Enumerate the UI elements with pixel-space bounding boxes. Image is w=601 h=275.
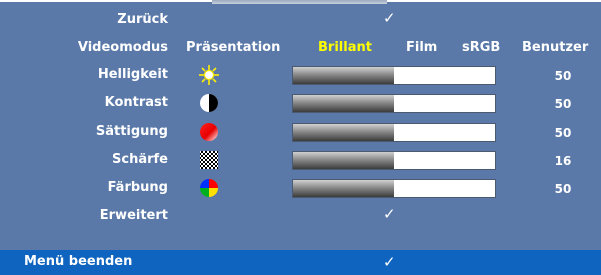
sun-icon	[199, 65, 219, 85]
video-mode-option-brillant[interactable]: Brillant	[318, 39, 372, 57]
tint-icon	[200, 179, 218, 197]
menu-item-video-mode[interactable]: Videomodus	[0, 39, 168, 57]
advanced-checkmark-icon[interactable]: ✓	[383, 205, 396, 223]
sharpness-slider[interactable]	[292, 151, 496, 170]
menu-item-contrast[interactable]: Kontrast	[0, 94, 168, 112]
saturation-value: 50	[554, 126, 572, 140]
menu-item-brightness[interactable]: Helligkeit	[0, 66, 168, 84]
menu-item-sharpness[interactable]: Schärfe	[0, 151, 168, 169]
brightness-value: 50	[554, 69, 572, 83]
exit-checkmark-icon[interactable]: ✓	[383, 253, 396, 271]
menu-item-advanced[interactable]: Erweitert	[0, 207, 168, 225]
menu-item-back[interactable]: Zurück	[0, 11, 168, 29]
exit-menu-label[interactable]: Menü beenden	[24, 253, 132, 271]
top-strip	[212, 0, 387, 4]
tint-slider[interactable]	[292, 179, 496, 198]
menu-item-saturation[interactable]: Sättigung	[0, 123, 168, 141]
menu-item-tint[interactable]: Färbung	[0, 179, 168, 197]
video-mode-option-praesentation[interactable]: Präsentation	[186, 39, 280, 57]
saturation-slider[interactable]	[292, 123, 496, 142]
osd-menu-panel: Zurück ✓ Videomodus Präsentation Brillan…	[0, 0, 601, 250]
saturation-icon	[200, 123, 218, 141]
contrast-slider[interactable]	[292, 94, 496, 113]
saturation-slider-fill	[293, 124, 394, 141]
sharpness-value: 16	[554, 154, 572, 168]
tint-slider-fill	[293, 180, 394, 197]
exit-menu-bar[interactable]: Menü beenden ✓	[0, 250, 601, 275]
brightness-slider[interactable]	[292, 66, 496, 85]
video-mode-option-benutzer[interactable]: Benutzer	[522, 39, 588, 57]
video-mode-option-srgb[interactable]: sRGB	[462, 39, 500, 57]
sharpness-icon	[200, 151, 218, 169]
contrast-icon	[200, 94, 218, 112]
back-checkmark-icon[interactable]: ✓	[383, 9, 396, 27]
sharpness-slider-fill	[293, 152, 394, 169]
contrast-slider-fill	[293, 95, 394, 112]
tint-value: 50	[554, 182, 572, 196]
brightness-slider-fill	[293, 67, 394, 84]
contrast-value: 50	[554, 97, 572, 111]
video-mode-option-film[interactable]: Film	[406, 39, 437, 57]
